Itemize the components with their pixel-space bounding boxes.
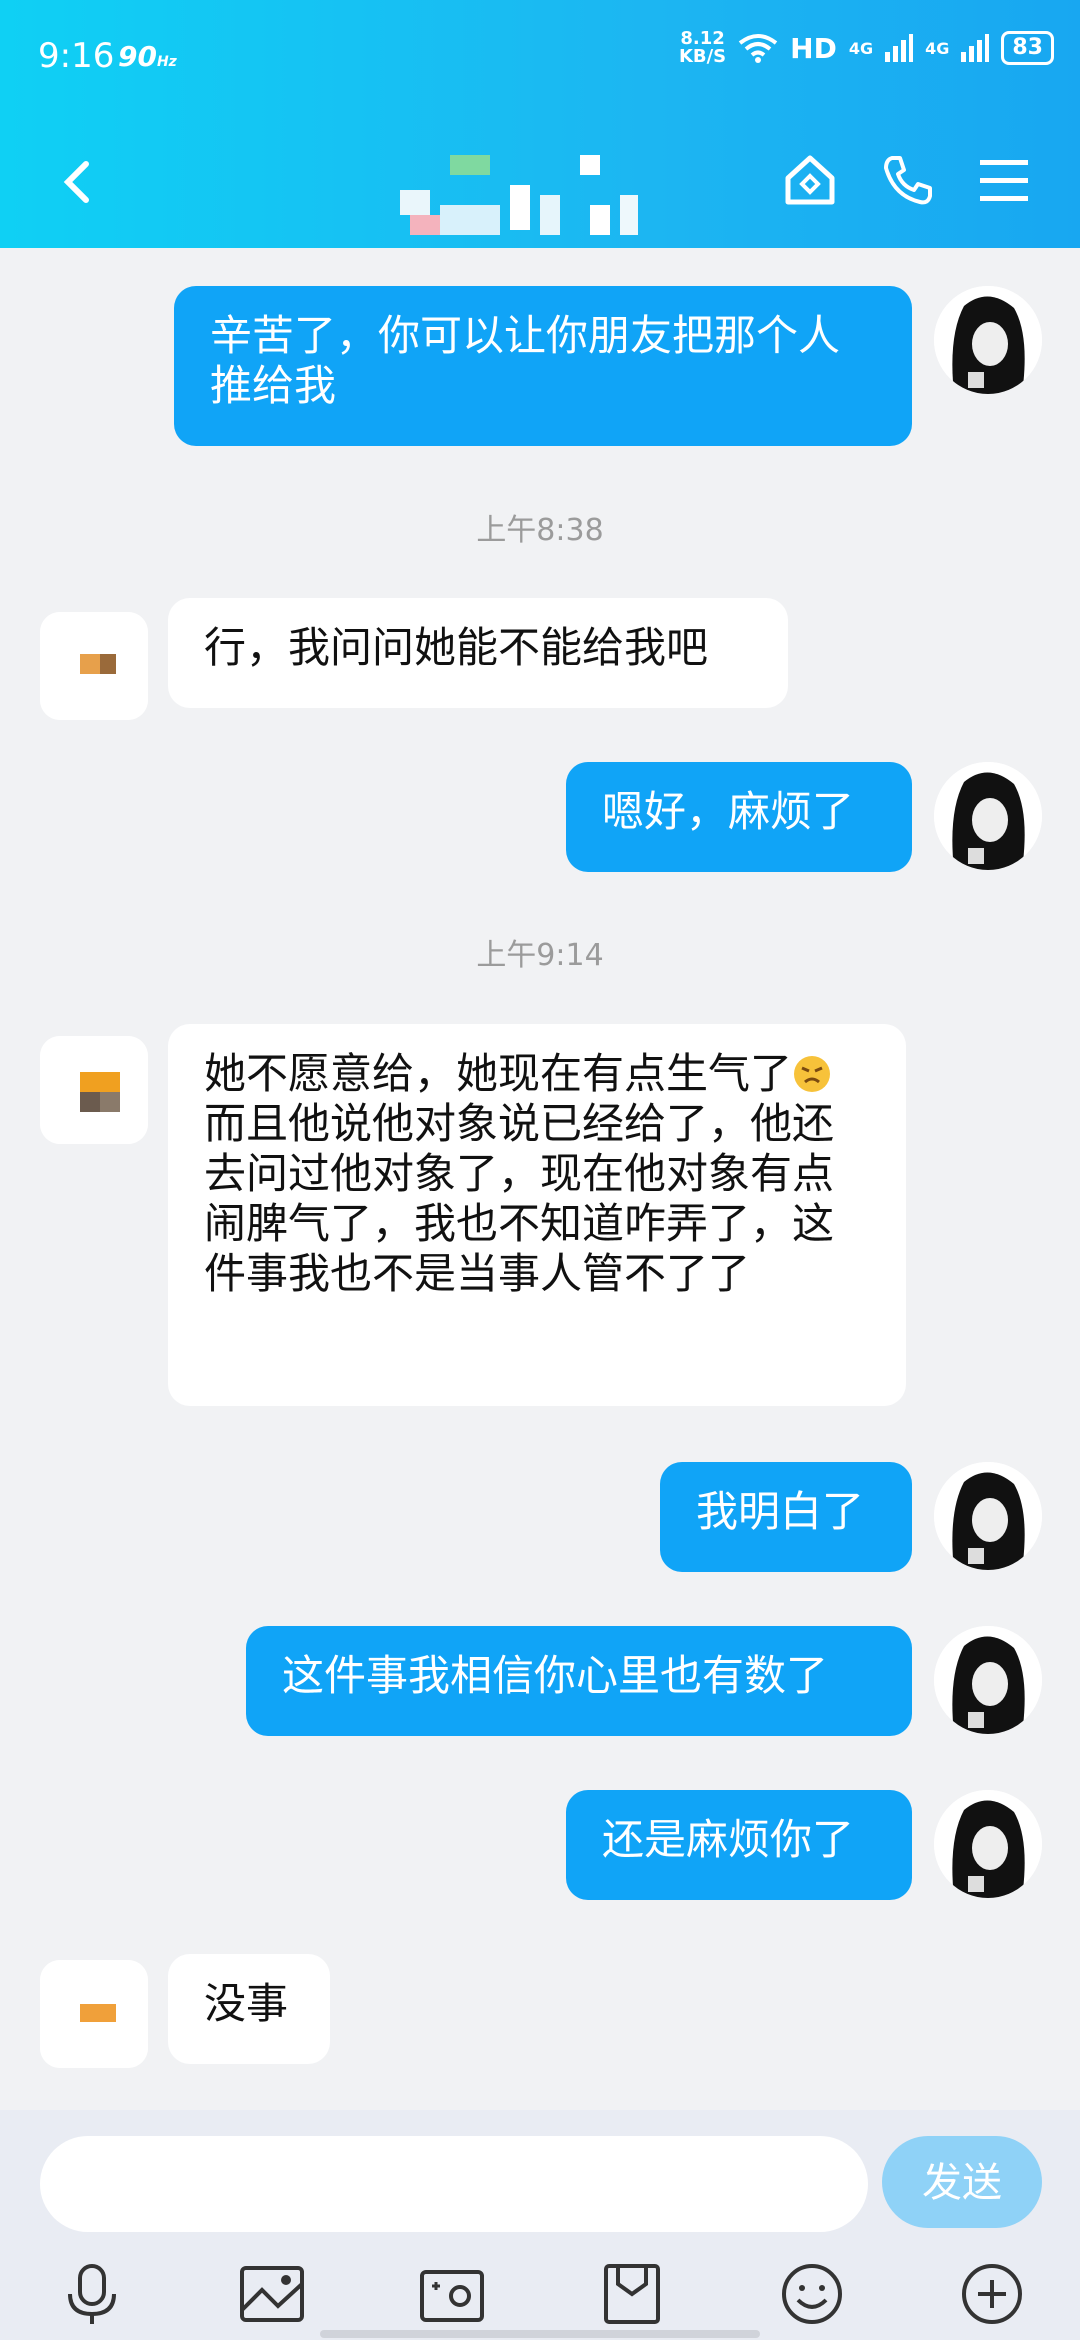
my-avatar[interactable] <box>934 1462 1042 1570</box>
message-text: 她不愿意给，她现在有点生气了 <box>204 1049 793 1098</box>
home-indicator <box>320 2330 760 2338</box>
my-avatar[interactable] <box>934 762 1042 870</box>
my-message-bubble[interactable]: 还是麻烦你了 <box>566 1790 912 1900</box>
message-text: 嗯好，麻烦了 <box>602 787 855 836</box>
message-text: 而且他说他对象说已经给了，他还去问过他对象了，现在他对象有点闹脾气了，我也不知道… <box>204 1099 835 1298</box>
status-time: 9:16 <box>38 36 115 76</box>
menu-icon[interactable] <box>976 152 1032 208</box>
my-avatar[interactable] <box>934 1790 1042 1898</box>
contact-avatar[interactable] <box>40 1036 148 1144</box>
battery-indicator: 83 <box>1001 31 1054 65</box>
my-avatar[interactable] <box>934 1626 1042 1734</box>
status-bar: 9:16 90Hz 8.12 KB/S HD 4G 4G 83 <box>0 0 1080 110</box>
image-icon[interactable] <box>238 2260 306 2328</box>
emoji-icon[interactable] <box>778 2260 846 2328</box>
refresh-rate: 90Hz <box>118 40 177 73</box>
timestamp: 上午8:38 <box>476 513 604 548</box>
contact-avatar[interactable] <box>40 1960 148 2068</box>
back-arrow-icon[interactable] <box>52 152 112 212</box>
status-icons: 8.12 KB/S HD 4G 4G 83 <box>679 30 1054 66</box>
signal-icon-2 <box>961 34 990 62</box>
wifi-icon <box>738 34 778 63</box>
chat-header: 9:16 90Hz 8.12 KB/S HD 4G 4G 83 <box>0 0 1080 248</box>
my-message-bubble[interactable]: 我明白了 <box>660 1462 912 1572</box>
my-message-bubble[interactable]: 这件事我相信你心里也有数了 <box>246 1626 912 1736</box>
contact-message-bubble[interactable]: 她不愿意给，她现在有点生气了而且他说他对象说已经给了，他还去问过他对象了，现在他… <box>168 1024 906 1406</box>
plus-icon[interactable] <box>958 2260 1026 2328</box>
message-text: 我明白了 <box>696 1487 865 1536</box>
microphone-icon[interactable] <box>58 2260 126 2328</box>
send-button[interactable]: 发送 <box>882 2136 1042 2228</box>
hd-indicator: HD <box>790 31 837 65</box>
message-text: 还是麻烦你了 <box>602 1815 855 1864</box>
contact-avatar[interactable] <box>40 612 148 720</box>
my-avatar[interactable] <box>934 286 1042 394</box>
message-text: 辛苦了，你可以让你朋友把那个人推给我 <box>210 311 841 410</box>
composer-bar: 发送 <box>0 2110 1080 2340</box>
network-4g-1: 4G <box>848 38 874 58</box>
contact-message-bubble[interactable]: 没事 <box>168 1954 330 2064</box>
nav-bar <box>0 110 1080 248</box>
message-text: 行，我问问她能不能给我吧 <box>204 623 709 672</box>
my-message-bubble[interactable]: 嗯好，麻烦了 <box>566 762 912 872</box>
phone-icon[interactable] <box>880 152 936 208</box>
network-speed: 8.12 KB/S <box>678 28 727 67</box>
camera-icon[interactable] <box>418 2260 486 2328</box>
timestamp: 上午9:14 <box>476 938 604 973</box>
signal-icon <box>885 34 914 62</box>
message-text: 没事 <box>204 1979 289 2028</box>
house-icon[interactable] <box>782 152 838 208</box>
angry-face-icon <box>792 1054 832 1094</box>
contact-name-blurred <box>400 155 700 245</box>
my-message-bubble[interactable]: 辛苦了，你可以让你朋友把那个人推给我 <box>174 286 912 446</box>
network-4g-2: 4G <box>925 38 950 58</box>
contact-message-bubble[interactable]: 行，我问问她能不能给我吧 <box>168 598 788 708</box>
file-icon[interactable] <box>598 2260 666 2328</box>
message-text: 这件事我相信你心里也有数了 <box>282 1651 829 1700</box>
message-input[interactable] <box>40 2136 868 2232</box>
